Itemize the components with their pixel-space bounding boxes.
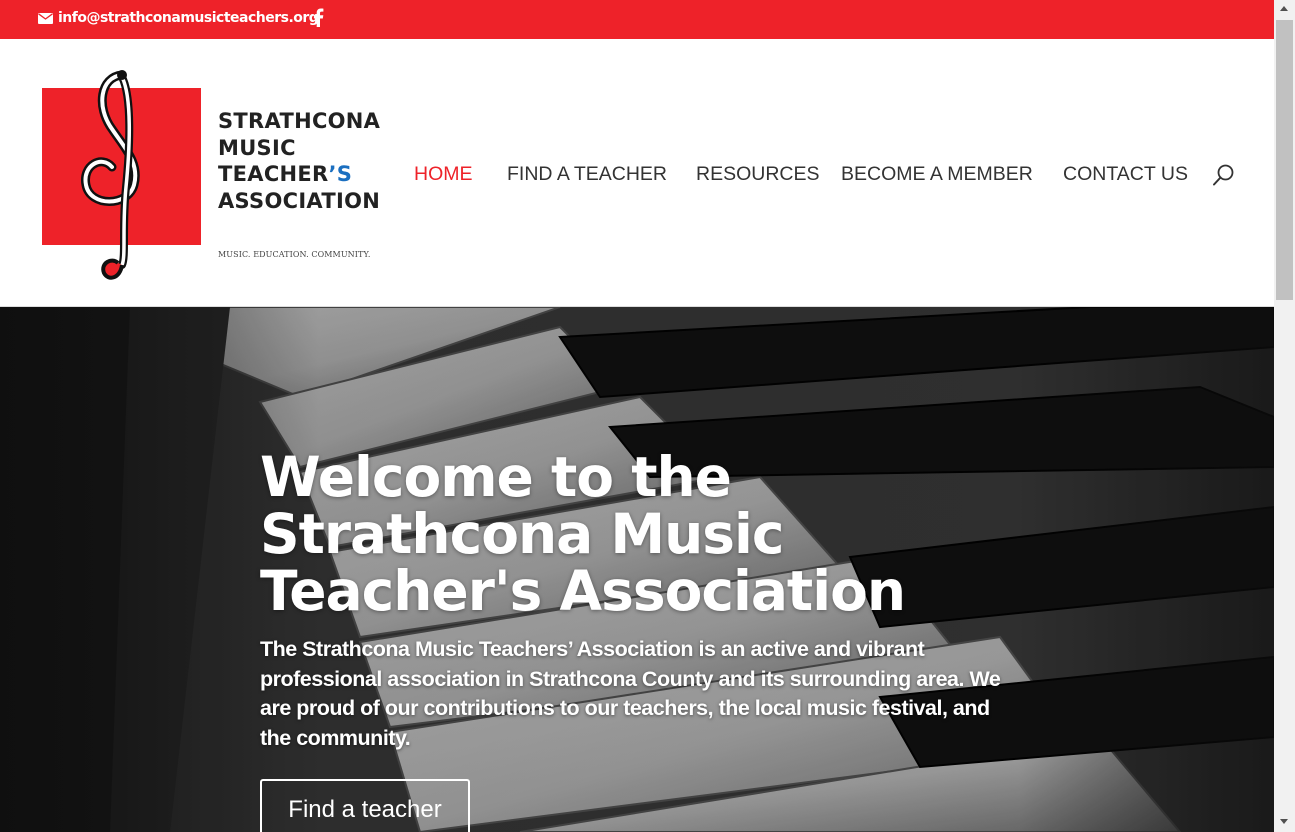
top-bar: info@strathconamusicteachers.org: [0, 0, 1274, 39]
scroll-down-arrow-icon[interactable]: [1280, 819, 1288, 824]
hero-intro-text: The Strathcona Music Teachers’ Associati…: [260, 637, 1001, 751]
contact-email-link[interactable]: info@strathconamusicteachers.org: [58, 10, 319, 26]
site-header: STRATHCONA MUSIC TEACHER’S ASSOCIATION M…: [0, 39, 1274, 307]
scrollbar-thumb[interactable]: [1276, 20, 1293, 300]
page-scrollbar[interactable]: [1274, 0, 1295, 832]
logo-tagline: MUSIC. EDUCATION. COMMUNITY.: [218, 250, 371, 259]
org-name-line-1: STRATHCONA: [218, 109, 381, 133]
org-name-line-4: ASSOCIATION: [218, 188, 381, 213]
nav-item-find-a-teacher[interactable]: FIND A TEACHER: [507, 163, 667, 186]
search-icon[interactable]: [1212, 163, 1236, 187]
hero-title: Welcome to the Strathcona Music Teacher'…: [260, 445, 906, 623]
org-name-line-2: MUSIC: [218, 135, 296, 160]
nav-item-resources[interactable]: RESOURCES: [696, 163, 820, 186]
nav-item-become-a-member[interactable]: BECOME A MEMBER: [841, 163, 1033, 186]
nav-item-home[interactable]: HOME: [414, 163, 473, 186]
nav-item-contact-us[interactable]: CONTACT US: [1063, 163, 1188, 186]
find-a-teacher-button[interactable]: Find a teacher: [260, 779, 470, 832]
main-navigation: HOME FIND A TEACHER RESOURCES BECOME A M…: [0, 163, 1274, 185]
scroll-up-arrow-icon[interactable]: [1280, 6, 1288, 11]
envelope-icon[interactable]: [38, 13, 53, 24]
hero-section: Welcome to the Strathcona Music Teacher'…: [0, 307, 1274, 832]
organization-name: STRATHCONA MUSIC TEACHER’S ASSOCIATION: [218, 108, 388, 214]
facebook-icon[interactable]: [313, 8, 324, 27]
